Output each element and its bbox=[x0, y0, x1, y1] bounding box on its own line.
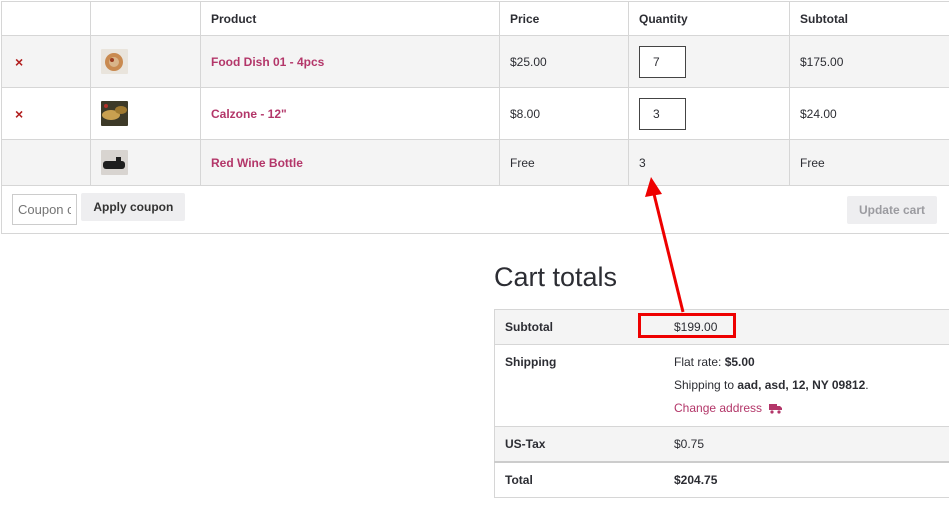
annotation-arrow bbox=[645, 177, 685, 313]
